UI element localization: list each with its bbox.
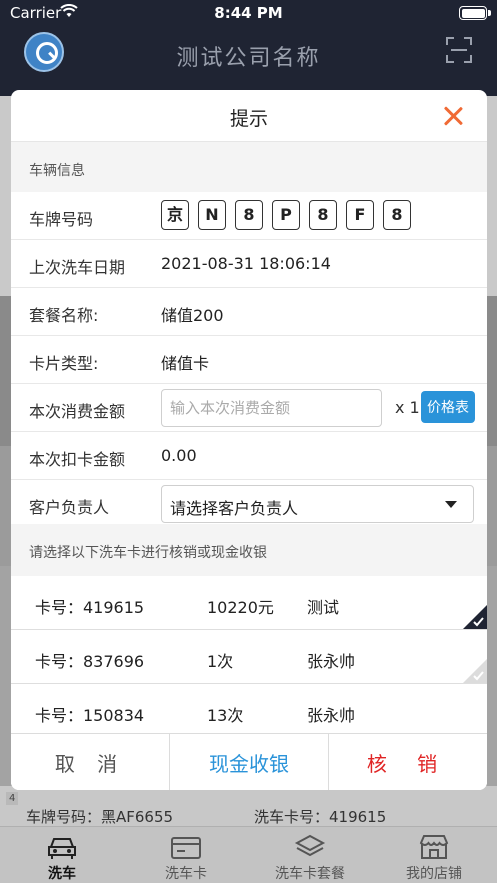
tab-label: 洗车卡套餐 bbox=[275, 866, 345, 882]
card-number: 卡号：419615 bbox=[35, 598, 145, 617]
car-icon bbox=[48, 838, 76, 859]
plate-chars: 京 N 8 P 8 F 8 bbox=[161, 200, 411, 230]
tab-label: 洗车卡 bbox=[165, 866, 207, 882]
tab-wash[interactable]: 洗车 bbox=[0, 827, 124, 883]
card-type-label: 卡片类型: bbox=[29, 354, 99, 373]
card-type-row: 卡片类型: 储值卡 bbox=[11, 336, 487, 384]
card-hint: 请选择以下洗车卡进行核销或现金收银 bbox=[11, 524, 487, 576]
status-time: 8:44 PM bbox=[214, 4, 283, 22]
plate-label: 车牌号码 bbox=[29, 210, 94, 229]
checkmark-selected-icon bbox=[463, 605, 487, 629]
quantity-multiplier: x 1 bbox=[395, 398, 420, 417]
last-wash-value: 2021-08-31 18:06:14 bbox=[161, 254, 331, 273]
background-record: 4 车牌号码：黑AF6655 洗车卡号：419615 bbox=[0, 786, 497, 826]
card-list-item[interactable]: 卡号：150834 13次 张永帅 bbox=[11, 684, 487, 738]
caret-down-icon bbox=[445, 501, 457, 508]
card-icon bbox=[171, 837, 201, 859]
record-card: 洗车卡号：419615 bbox=[254, 808, 387, 826]
last-wash-row: 上次洗车日期 2021-08-31 18:06:14 bbox=[11, 240, 487, 288]
battery-icon bbox=[459, 6, 491, 20]
card-balance: 13次 bbox=[207, 706, 244, 725]
card-number: 卡号：837696 bbox=[35, 652, 145, 671]
layers-icon bbox=[294, 834, 326, 857]
tab-my-shop[interactable]: 我的店铺 bbox=[372, 827, 496, 883]
package-value: 储值200 bbox=[161, 306, 224, 325]
verify-button[interactable]: 核 销 bbox=[329, 734, 487, 790]
card-owner: 张永帅 bbox=[307, 652, 356, 671]
scan-icon[interactable] bbox=[445, 36, 473, 64]
record-index: 4 bbox=[6, 792, 19, 805]
cancel-button[interactable]: 取 消 bbox=[11, 734, 170, 790]
plate-char: P bbox=[272, 200, 300, 230]
dialog-title: 提示 bbox=[229, 108, 268, 130]
amount-label: 本次消费金额 bbox=[29, 402, 126, 421]
record-plate: 车牌号码：黑AF6655 bbox=[26, 808, 174, 826]
last-wash-label: 上次洗车日期 bbox=[29, 258, 126, 277]
amount-input[interactable] bbox=[161, 389, 382, 427]
tab-label: 我的店铺 bbox=[406, 866, 462, 882]
plate-char: 8 bbox=[309, 200, 337, 230]
card-owner: 测试 bbox=[307, 598, 340, 617]
owner-select[interactable]: 请选择客户负责人 bbox=[161, 485, 474, 523]
owner-select-value: 请选择客户负责人 bbox=[170, 499, 299, 518]
dialog-actions: 取 消 现金收银 核 销 bbox=[11, 733, 487, 790]
tab-card[interactable]: 洗车卡 bbox=[124, 827, 248, 883]
card-owner: 张永帅 bbox=[307, 706, 356, 725]
plate-char: 8 bbox=[383, 200, 411, 230]
checkmark-unselected-icon bbox=[463, 659, 487, 683]
wash-confirm-dialog: 提示 车辆信息 车牌号码 京 N 8 P 8 F 8 上次洗车日期 2021-0… bbox=[11, 90, 487, 790]
deduct-label: 本次扣卡金额 bbox=[29, 450, 126, 469]
amount-row: 本次消费金额 x 1 价格表 bbox=[11, 384, 487, 432]
shop-icon bbox=[419, 835, 449, 859]
tab-label: 洗车 bbox=[48, 866, 76, 882]
deduct-value: 0.00 bbox=[161, 446, 197, 465]
app-header: Carrier 8:44 PM 测试公司名称 bbox=[0, 0, 497, 96]
plate-char: 8 bbox=[235, 200, 263, 230]
plate-char: F bbox=[346, 200, 374, 230]
card-balance: 10220元 bbox=[207, 598, 274, 617]
vehicle-section-header: 车辆信息 bbox=[11, 142, 487, 192]
price-list-button[interactable]: 价格表 bbox=[421, 391, 475, 423]
owner-row: 客户负责人 请选择客户负责人 bbox=[11, 480, 487, 528]
tab-bar: 洗车 洗车卡 洗车卡套餐 我的店铺 bbox=[0, 826, 497, 883]
tab-card-package[interactable]: 洗车卡套餐 bbox=[248, 827, 372, 883]
close-icon[interactable] bbox=[443, 106, 463, 126]
plate-char: 京 bbox=[161, 200, 189, 230]
dialog-header: 提示 bbox=[11, 90, 487, 142]
plate-row: 车牌号码 京 N 8 P 8 F 8 bbox=[11, 192, 487, 240]
card-type-value: 储值卡 bbox=[161, 354, 210, 373]
app-title: 测试公司名称 bbox=[176, 46, 321, 71]
owner-label: 客户负责人 bbox=[29, 498, 110, 517]
plate-char: N bbox=[198, 200, 226, 230]
cash-checkout-button[interactable]: 现金收银 bbox=[170, 734, 329, 790]
package-label: 套餐名称: bbox=[29, 306, 99, 325]
package-row: 套餐名称: 储值200 bbox=[11, 288, 487, 336]
card-list-item[interactable]: 卡号：837696 1次 张永帅 bbox=[11, 630, 487, 684]
card-list-item[interactable]: 卡号：419615 10220元 测试 bbox=[11, 576, 487, 630]
deduct-row: 本次扣卡金额 0.00 bbox=[11, 432, 487, 480]
card-number: 卡号：150834 bbox=[35, 706, 145, 725]
status-bar: Carrier 8:44 PM bbox=[0, 0, 497, 28]
card-balance: 1次 bbox=[207, 652, 234, 671]
